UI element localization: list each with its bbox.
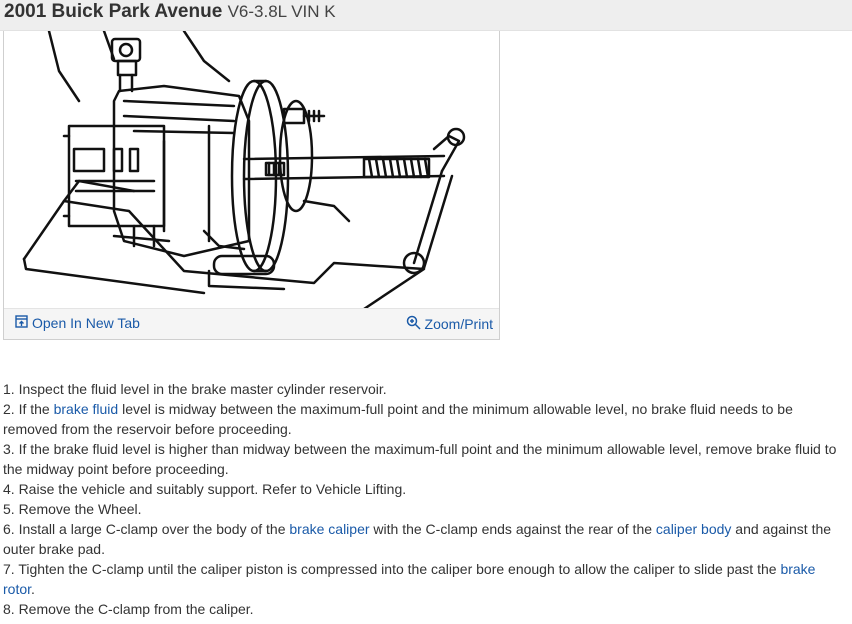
instruction-step: 5. Remove the Wheel. — [3, 499, 851, 519]
step-text: 6. Install a large C-clamp over the body… — [3, 521, 290, 537]
instruction-step: 6. Install a large C-clamp over the body… — [3, 519, 851, 559]
glossary-link[interactable]: brake caliper — [289, 521, 369, 537]
open-in-new-tab-link[interactable]: Open In New Tab — [15, 315, 140, 331]
instruction-step: 7. Tighten the C-clamp until the caliper… — [3, 559, 851, 599]
instruction-steps: 1. Inspect the fluid level in the brake … — [3, 379, 851, 619]
zoom-print-label: Zoom/Print — [424, 316, 493, 332]
step-text: level is midway between the maximum-full… — [3, 401, 793, 437]
step-text: 4. Raise the vehicle and suitably suppor… — [3, 481, 407, 497]
engine-subtitle: V6-3.8L VIN K — [227, 2, 336, 21]
step-text: 7. Tighten the C-clamp until the caliper… — [3, 561, 781, 577]
vehicle-title: 2001 Buick Park Avenue — [4, 1, 223, 22]
instruction-step: 8. Remove the C-clamp from the caliper. — [3, 599, 851, 619]
page-title: 2001 Buick Park Avenue V6-3.8L VIN K — [4, 1, 336, 23]
step-text: with the C-clamp ends against the rear o… — [369, 521, 656, 537]
step-text: 1. Inspect the fluid level in the brake … — [3, 381, 387, 397]
open-in-new-tab-label: Open In New Tab — [32, 315, 140, 331]
step-text: 8. Remove the C-clamp from the caliper. — [3, 601, 254, 617]
step-text: 5. Remove the Wheel. — [3, 501, 142, 517]
instruction-step: 2. If the brake fluid level is midway be… — [3, 399, 851, 439]
step-text: 2. If the — [3, 401, 54, 417]
glossary-link[interactable]: brake fluid — [54, 401, 119, 417]
instruction-step: 4. Raise the vehicle and suitably suppor… — [3, 479, 851, 499]
zoom-print-link[interactable]: Zoom/Print — [406, 315, 493, 333]
brake-caliper-c-clamp-diagram — [22, 31, 466, 309]
instruction-step: 3. If the brake fluid level is higher th… — [3, 439, 851, 479]
glossary-link[interactable]: caliper body — [656, 521, 732, 537]
step-text: 3. If the brake fluid level is higher th… — [3, 441, 837, 477]
page-header: 2001 Buick Park Avenue V6-3.8L VIN K — [0, 0, 852, 31]
diagram-figure: Open In New Tab Zoom/Print — [3, 31, 500, 340]
instruction-step: 1. Inspect the fluid level in the brake … — [3, 379, 851, 399]
open-new-tab-icon — [15, 315, 28, 331]
step-text: . — [31, 581, 35, 597]
zoom-in-icon — [406, 315, 421, 333]
figure-footer: Open In New Tab Zoom/Print — [4, 308, 499, 339]
